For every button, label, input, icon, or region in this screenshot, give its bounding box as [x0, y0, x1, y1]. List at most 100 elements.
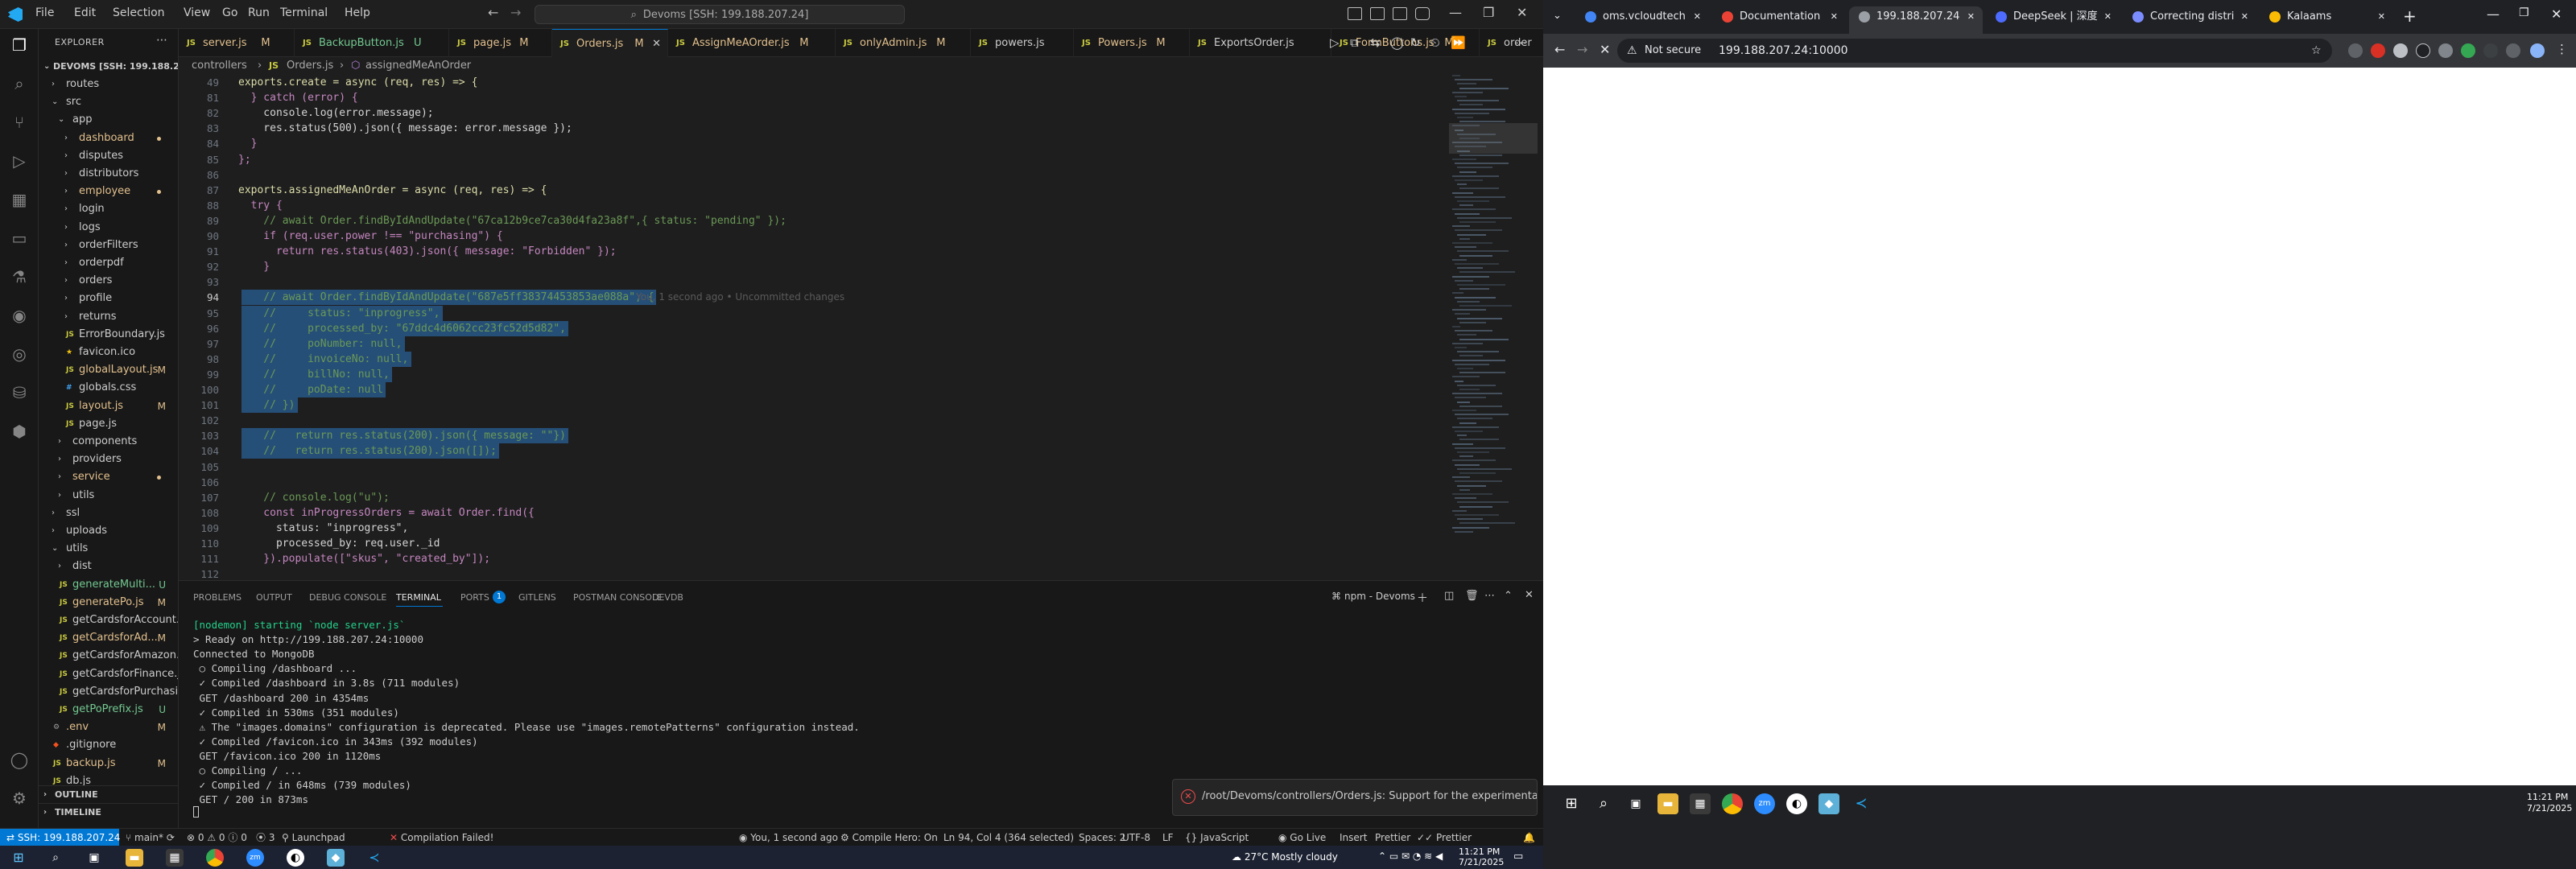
vscode-taskbar-icon[interactable]: ≺ — [1851, 793, 1872, 814]
folder-item[interactable]: › uploads — [39, 522, 178, 540]
editor-tab[interactable]: JS server.js M — [179, 29, 295, 57]
file-item[interactable]: JS getCardsforAd... M — [39, 629, 178, 647]
obs-icon[interactable]: ◐ — [287, 849, 304, 867]
profile-avatar[interactable] — [2530, 43, 2545, 58]
folder-item[interactable]: › service — [39, 468, 178, 486]
folder-item[interactable]: › profile — [39, 290, 178, 307]
folder-item[interactable]: › routes — [39, 76, 178, 93]
trash-icon[interactable]: 🗑 — [1465, 590, 1479, 602]
file-item[interactable]: JS globalLayout.js M — [39, 361, 178, 379]
file-item[interactable]: JS getCardsforPurchasi... — [39, 683, 178, 701]
more-actions-icon[interactable]: ⋯ — [156, 34, 167, 47]
close-tab-icon[interactable]: ✕ — [2241, 6, 2248, 27]
folder-item[interactable]: ⌄ src — [39, 93, 178, 111]
windows-start-icon[interactable]: ⊞ — [1561, 793, 1582, 814]
file-item[interactable]: JS generatePo.js M — [39, 594, 178, 612]
file-item[interactable]: ★ favicon.ico — [39, 344, 178, 361]
page-content[interactable] — [1543, 68, 2576, 785]
vscode-alt-icon[interactable]: ◆ — [1818, 793, 1839, 814]
source-control-icon[interactable]: ⑂ — [10, 113, 29, 132]
close-panel-icon[interactable]: ✕ — [1525, 589, 1534, 601]
extension-2-icon[interactable] — [2371, 43, 2385, 58]
close-tab-icon[interactable]: ✕ — [1967, 6, 1975, 27]
settings-gear-icon[interactable]: ⚙ — [10, 789, 29, 808]
menu-selection[interactable]: Selection — [113, 6, 165, 19]
panel-tab-gitlens[interactable]: GITLENS — [518, 592, 556, 603]
tab-search-icon[interactable]: ⌄ — [1553, 10, 1562, 22]
zoom-icon[interactable]: zm — [246, 849, 264, 867]
panel-more-icon[interactable]: ⋯ — [1484, 590, 1495, 602]
command-center[interactable]: ⌕ Devoms [SSH: 199.188.207.24] — [535, 5, 905, 24]
database-icon[interactable]: ⛁ — [10, 383, 29, 402]
run-debug-icon[interactable]: ▷ — [10, 151, 29, 171]
browser-tab[interactable]: DeepSeek | 深度求 ✕ — [1986, 6, 2120, 34]
folder-item[interactable]: › login — [39, 200, 178, 218]
notifications-icon[interactable]: ▭ — [1513, 850, 1523, 863]
folder-item[interactable]: › returns — [39, 308, 178, 326]
forward-arrow-icon[interactable]: → — [1577, 42, 1587, 57]
stop-icon[interactable]: ✕ — [1600, 42, 1610, 57]
menu-terminal[interactable]: Terminal — [280, 6, 328, 19]
obs-icon[interactable]: ◐ — [1786, 793, 1807, 814]
extension-1-icon[interactable] — [2348, 43, 2363, 58]
windows-start-icon[interactable]: ⊞ — [10, 849, 27, 867]
file-item[interactable]: JS getCardsforAmazon.js — [39, 647, 178, 665]
file-item[interactable]: JS getCardsforAccount.js — [39, 612, 178, 629]
taskbar-date[interactable]: 7/21/2025 — [1459, 857, 1504, 867]
remote-explorer-icon[interactable]: ▭ — [10, 229, 29, 248]
extension-5-icon[interactable] — [2438, 43, 2453, 58]
editor-tab[interactable]: JS BackupButton.js U — [295, 29, 449, 57]
vscode-taskbar-icon[interactable]: ≺ — [365, 849, 383, 867]
minimap-slider[interactable] — [1449, 123, 1538, 154]
blame-indicator[interactable]: ◉ You, 1 second ago — [739, 829, 838, 846]
editor-tab[interactable]: JS Orders.js M ✕ — [552, 29, 668, 57]
minimize-icon[interactable]: — — [2487, 6, 2500, 22]
folder-item[interactable]: › orderpdf — [39, 254, 178, 272]
minimize-icon[interactable]: — — [1449, 5, 1462, 20]
weather-widget[interactable]: ☁ 27°C Mostly cloudy — [1232, 851, 1338, 863]
panel-tab-terminal[interactable]: TERMINAL — [396, 592, 441, 603]
folder-item[interactable]: › distributors — [39, 165, 178, 183]
extension-4-icon[interactable] — [2416, 43, 2430, 58]
folder-item[interactable]: › logs — [39, 219, 178, 237]
menu-edit[interactable]: Edit — [74, 6, 96, 19]
split-terminal-icon[interactable]: ◫ — [1444, 590, 1454, 602]
extension-3-icon[interactable] — [2393, 43, 2408, 58]
close-tab-icon[interactable]: ✕ — [652, 30, 661, 58]
browser-tab[interactable]: 199.188.207.24:10 ✕ — [1849, 6, 1983, 34]
menu-go[interactable]: Go — [222, 6, 237, 19]
store-icon[interactable]: ▦ — [1690, 793, 1711, 814]
customize-layout-icon[interactable] — [1415, 7, 1430, 20]
search-icon[interactable]: ⌕ — [1593, 793, 1614, 814]
maximize-panel-icon[interactable]: ⌃ — [1504, 590, 1513, 602]
panel-tab-postman-console[interactable]: POSTMAN CONSOLE — [573, 592, 663, 603]
browser-tab[interactable]: oms.vcloudtech.c ✕ — [1575, 6, 1709, 34]
editor-tab[interactable]: JS powers.js — [971, 29, 1074, 57]
folder-item[interactable]: › ssl — [39, 505, 178, 522]
close-tab-icon[interactable]: ✕ — [2104, 6, 2112, 27]
prettier-indicator[interactable]: Prettier — [1375, 829, 1410, 846]
file-item[interactable]: # globals.css — [39, 379, 178, 397]
extensions-puzzle-icon[interactable] — [2506, 43, 2520, 58]
eol[interactable]: LF — [1162, 829, 1174, 846]
minimap[interactable] — [1449, 75, 1538, 579]
refresh-icon[interactable]: ↻ — [1410, 35, 1421, 50]
file-item[interactable]: JS getCardsforFinance.js — [39, 665, 178, 683]
browser-tab[interactable]: Kalaams ✕ — [2260, 6, 2393, 34]
explorer-icon[interactable]: ❐ — [10, 35, 29, 55]
breadcrumb-folder[interactable]: controllers — [192, 57, 247, 75]
folder-item[interactable]: ⌄ utils — [39, 540, 178, 558]
compare-icon[interactable]: ⇆ — [1370, 35, 1381, 50]
file-explorer-icon[interactable]: ▬ — [126, 849, 143, 867]
taskbar-time[interactable]: 11:21 PM — [1459, 846, 1500, 857]
menu-view[interactable]: View — [184, 6, 210, 19]
search-icon[interactable]: ⌕ — [47, 849, 64, 867]
panel-tab-devdb[interactable]: DEVDB — [652, 592, 683, 603]
launchpad-button[interactable]: ⚲ Launchpad — [282, 829, 345, 846]
taskbar-time[interactable]: 11:21 PM — [2527, 792, 2568, 802]
go-live-button[interactable]: ◉ Go Live — [1278, 829, 1326, 846]
editor-tab[interactable]: JS ExportsOrder.js — [1190, 29, 1331, 57]
chrome-icon[interactable] — [1722, 793, 1743, 814]
postman-icon[interactable]: ◎ — [10, 344, 29, 364]
vscode-alt-icon[interactable]: ◆ — [327, 849, 345, 867]
